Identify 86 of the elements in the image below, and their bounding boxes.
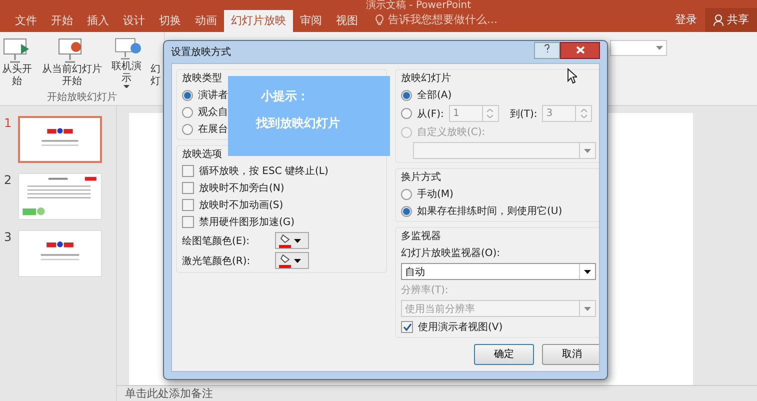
- ribbon-button[interactable]: 从当前幻灯片开始: [37, 36, 106, 88]
- lightbulb-icon: [375, 14, 384, 26]
- color-picker-button[interactable]: [275, 252, 309, 269]
- monitor-dropdown[interactable]: 自动: [401, 263, 596, 280]
- group-label: 放映幻灯片: [401, 72, 451, 85]
- caret-icon: [584, 270, 591, 274]
- slide-thumbnail[interactable]: [18, 116, 102, 163]
- slide-number: 2: [4, 173, 12, 189]
- dialog-button[interactable]: 确定: [474, 344, 534, 364]
- option-label: 禁用硬件图形加速(G): [199, 216, 295, 229]
- option-label: 在展台: [198, 122, 228, 136]
- spin-field[interactable]: 3: [542, 105, 592, 122]
- ribbon-tab[interactable]: 审阅: [293, 10, 329, 32]
- sign-in-link[interactable]: 登录: [667, 12, 705, 32]
- radio-button[interactable]: [401, 108, 412, 119]
- radio-button[interactable]: [401, 90, 412, 100]
- ribbon-tab[interactable]: 设计: [116, 10, 152, 32]
- slide-number: 3: [4, 230, 12, 246]
- ribbon-tab[interactable]: 动画: [188, 10, 224, 32]
- radio-button[interactable]: [182, 106, 193, 118]
- option-label: 放映时不加动画(S): [199, 198, 284, 212]
- mouse-pointer-icon: [567, 68, 577, 84]
- help-button[interactable]: [534, 42, 560, 58]
- spinner-arrows-icon: [487, 109, 494, 118]
- option-label: 如果存在排练时间，则使用它(U): [417, 204, 562, 218]
- paint-bucket-icon: [280, 234, 290, 244]
- ribbon-tab[interactable]: 插入: [80, 10, 116, 32]
- option-label: 到(T):: [510, 108, 538, 120]
- caret-icon: [656, 46, 663, 50]
- checkbox[interactable]: [182, 199, 194, 211]
- dialog-button[interactable]: 取消: [542, 344, 599, 364]
- group-label: 放映类型: [182, 72, 222, 85]
- option-label: 从(F):: [417, 108, 444, 120]
- close-button[interactable]: [560, 42, 600, 58]
- ribbon-button[interactable]: 联机演示: [109, 36, 144, 88]
- share-button[interactable]: 共享: [705, 8, 757, 32]
- group-label: 放映选项: [182, 148, 222, 161]
- checkbox[interactable]: [182, 182, 194, 194]
- ribbon-tab[interactable]: 视图: [329, 10, 365, 32]
- option-label: 绘图笔颜色(E):: [182, 234, 250, 248]
- spin-field[interactable]: 1: [448, 105, 499, 122]
- option-label: 使用演示者视图(V): [418, 320, 503, 334]
- spinner-arrows-icon: [580, 109, 587, 118]
- ribbon-group-label: 开始放映幻灯片: [47, 90, 117, 104]
- checkbox[interactable]: [182, 165, 194, 177]
- ribbon-tab[interactable]: 切换: [152, 10, 188, 32]
- option-label: 全部(A): [417, 88, 452, 102]
- radio-button[interactable]: [182, 90, 193, 100]
- ribbon-tab[interactable]: 开始: [44, 10, 80, 32]
- dialog-title: 设置放映方式: [171, 46, 232, 59]
- paint-bucket-icon: [280, 254, 290, 264]
- ribbon-button[interactable]: 幻灯: [146, 36, 164, 88]
- close-icon: [576, 46, 584, 54]
- caret-icon: [584, 148, 591, 152]
- option-label: 自定义放映(C):: [417, 126, 486, 139]
- group-label: 换片方式: [401, 170, 441, 184]
- radio-button[interactable]: [401, 206, 412, 216]
- option-label: 激光笔颜色(R):: [182, 254, 252, 268]
- tip-text: 找到放映幻灯片: [256, 115, 341, 132]
- tip-text: 小提示：: [261, 88, 310, 105]
- caret-icon: [584, 306, 591, 310]
- color-picker-button[interactable]: [275, 232, 309, 249]
- option-label: 循环放映，按 ESC 键终止(L): [199, 164, 328, 178]
- caret-icon: [294, 258, 301, 262]
- radio-button[interactable]: [182, 124, 193, 134]
- tell-me-field[interactable]: 告诉我您想要做什么...: [365, 12, 667, 32]
- slide-number: 1: [4, 116, 12, 132]
- field-label: 幻灯片放映监视器(O):: [401, 246, 500, 260]
- checkbox[interactable]: [401, 321, 413, 333]
- option-label: 演讲者: [198, 88, 228, 102]
- option-label: 手动(M): [417, 188, 454, 201]
- ribbon-dropdown[interactable]: [610, 40, 667, 56]
- help-icon: [544, 44, 550, 53]
- checkbox[interactable]: [182, 216, 194, 228]
- ribbon-button[interactable]: 从头开始: [0, 36, 34, 88]
- radio-button[interactable]: [401, 188, 412, 200]
- option-label: 放映时不加旁白(N): [199, 182, 284, 195]
- person-icon: [713, 14, 724, 26]
- notes-field[interactable]: 单击此处添加备注: [117, 385, 757, 401]
- caret-icon: [294, 238, 301, 242]
- option-label: 观众自: [198, 106, 228, 119]
- field-label: 分辨率(T):: [401, 284, 448, 297]
- custom-show-dropdown[interactable]: [413, 142, 596, 159]
- ribbon-tab[interactable]: 幻灯片放映: [224, 10, 293, 32]
- group-label: 多监视器: [401, 230, 441, 243]
- ribbon-tab[interactable]: 文件: [8, 10, 44, 32]
